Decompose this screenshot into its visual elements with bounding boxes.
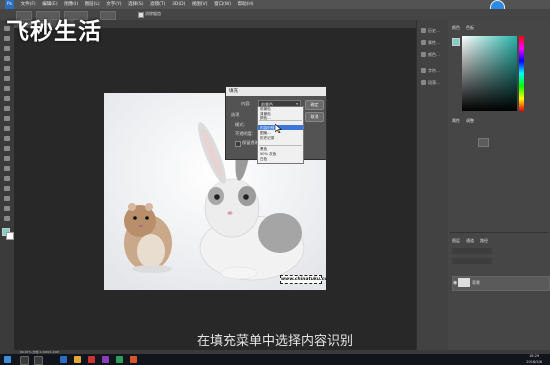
folder-taskbar-icon[interactable] — [74, 356, 81, 363]
eyedropper-tool-icon[interactable] — [4, 76, 10, 81]
hand-tool-icon[interactable] — [4, 206, 10, 211]
content-dropdown-list: 前景色 背景色 颜色... 内容识别 图案... 历史记录 黑色 50% 灰色 … — [257, 106, 304, 164]
quick-select-tool-icon[interactable] — [4, 56, 10, 61]
dialog-title: 填充 — [226, 87, 326, 96]
layer-filter-select[interactable] — [452, 248, 492, 254]
properties-button[interactable] — [478, 138, 489, 147]
panel-dock: 历史... 属性... 颜色... 字符... 段落... — [416, 20, 449, 350]
history-brush-tool-icon[interactable] — [4, 116, 10, 121]
dropdown-item-black[interactable]: 黑色 — [260, 147, 267, 152]
eye-icon[interactable]: ◉ — [453, 280, 457, 286]
style-select[interactable] — [100, 11, 116, 20]
brush-tool-icon[interactable] — [4, 96, 10, 101]
menu-file[interactable]: 文件(F) — [21, 0, 36, 9]
app-taskbar-icon-3[interactable] — [116, 356, 123, 363]
tab-paths[interactable]: 路径 — [480, 238, 488, 244]
brand-watermark: 飞秒生活 — [6, 19, 102, 45]
app-taskbar-icon-4[interactable] — [130, 356, 137, 363]
menu-filter[interactable]: 滤镜(T) — [150, 0, 165, 9]
options-label: 选项 — [231, 112, 240, 117]
clone-stamp-tool-icon[interactable] — [4, 106, 10, 111]
dropdown-item-content-aware[interactable]: 内容识别 — [260, 126, 274, 131]
app-taskbar-icon-1[interactable] — [88, 356, 95, 363]
lasso-tool-icon[interactable] — [4, 46, 10, 51]
system-clock[interactable]: 18:29 2018/5/8 — [526, 354, 542, 365]
task-view-icon[interactable] — [34, 356, 43, 365]
menu-3d[interactable]: 3D(D) — [172, 0, 185, 9]
photoshop-taskbar-icon[interactable] — [60, 356, 67, 363]
healing-brush-tool-icon[interactable] — [4, 86, 10, 91]
color-picker-field[interactable] — [462, 36, 517, 111]
dropdown-item-history[interactable]: 历史记录 — [260, 136, 274, 141]
watermark: www.chinatuku.com — [280, 275, 326, 284]
dodge-tool-icon[interactable] — [4, 156, 10, 161]
panel-divider — [450, 232, 548, 233]
menu-bar: Ps 文件(F) 编辑(E) 图像(I) 图层(L) 文字(Y) 选择(S) 滤… — [0, 0, 550, 9]
dropdown-item-color[interactable]: 颜色... — [260, 116, 271, 121]
dock-properties[interactable]: 属性... — [420, 38, 447, 47]
mode-label: 模式: — [235, 122, 245, 127]
pen-tool-icon[interactable] — [4, 166, 10, 171]
panel-fg-swatch[interactable] — [452, 38, 460, 46]
eraser-tool-icon[interactable] — [4, 126, 10, 131]
menu-select[interactable]: 选择(S) — [128, 0, 143, 9]
type-tool-icon[interactable] — [4, 176, 10, 181]
blur-tool-icon[interactable] — [4, 146, 10, 151]
tab-layers[interactable]: 图层 — [452, 238, 460, 244]
background-color-swatch[interactable] — [6, 232, 14, 240]
preserve-transparency-checkbox[interactable] — [235, 141, 241, 147]
dropdown-separator — [259, 145, 302, 146]
menu-view[interactable]: 视图(V) — [192, 0, 208, 9]
opacity-label: 不透明度: — [235, 131, 254, 136]
mouse-cursor-icon — [275, 124, 282, 133]
layer-thumbnail — [458, 278, 470, 287]
dock-color[interactable]: 颜色... — [420, 50, 447, 59]
hue-slider[interactable] — [519, 36, 524, 111]
gradient-tool-icon[interactable] — [4, 136, 10, 141]
dropdown-item-white[interactable]: 白色 — [260, 157, 267, 162]
content-label: 内容: — [241, 101, 251, 106]
cancel-button[interactable]: 取消 — [305, 112, 324, 122]
ps-logo[interactable]: Ps — [5, 0, 14, 9]
crop-tool-icon[interactable] — [4, 66, 10, 71]
layer-name: 背景 — [472, 280, 480, 285]
clock-date: 2018/5/8 — [526, 359, 542, 364]
tab-swatches[interactable]: 色板 — [466, 25, 474, 31]
video-subtitle: 在填充菜单中选择内容识别 — [196, 334, 353, 349]
antialias-checkbox[interactable] — [138, 12, 144, 18]
menu-window[interactable]: 窗口(W) — [214, 0, 231, 9]
blend-mode-select[interactable] — [452, 258, 492, 264]
menu-layer[interactable]: 图层(L) — [85, 0, 100, 9]
dropdown-item-gray[interactable]: 50% 灰色 — [260, 152, 276, 157]
toolbox — [0, 20, 15, 350]
dock-character[interactable]: 字符... — [420, 66, 447, 75]
dock-paragraph[interactable]: 段落... — [420, 78, 447, 87]
dropdown-item-pattern[interactable]: 图案... — [260, 131, 271, 136]
menu-type[interactable]: 文字(Y) — [106, 0, 121, 9]
tab-channels[interactable]: 通道 — [466, 238, 474, 244]
ok-button[interactable]: 确定 — [305, 100, 324, 110]
antialias-label: 消除锯齿 — [145, 11, 161, 16]
taskbar: 18:29 2018/5/8 — [0, 354, 550, 365]
zoom-tool-icon[interactable] — [4, 216, 10, 221]
tab-color[interactable]: 颜色 — [452, 25, 460, 31]
app-taskbar-icon-2[interactable] — [102, 356, 109, 363]
tab-properties[interactable]: 属性 — [452, 118, 460, 124]
start-icon[interactable] — [4, 356, 11, 363]
dock-history[interactable]: 历史... — [420, 26, 447, 35]
menu-help[interactable]: 帮助(H) — [238, 0, 254, 9]
path-select-tool-icon[interactable] — [4, 186, 10, 191]
menu-image[interactable]: 图像(I) — [64, 0, 78, 9]
shape-tool-icon[interactable] — [4, 196, 10, 201]
search-icon[interactable] — [20, 356, 29, 365]
tab-adjustments[interactable]: 调整 — [466, 118, 474, 124]
menu-edit[interactable]: 编辑(E) — [42, 0, 57, 9]
